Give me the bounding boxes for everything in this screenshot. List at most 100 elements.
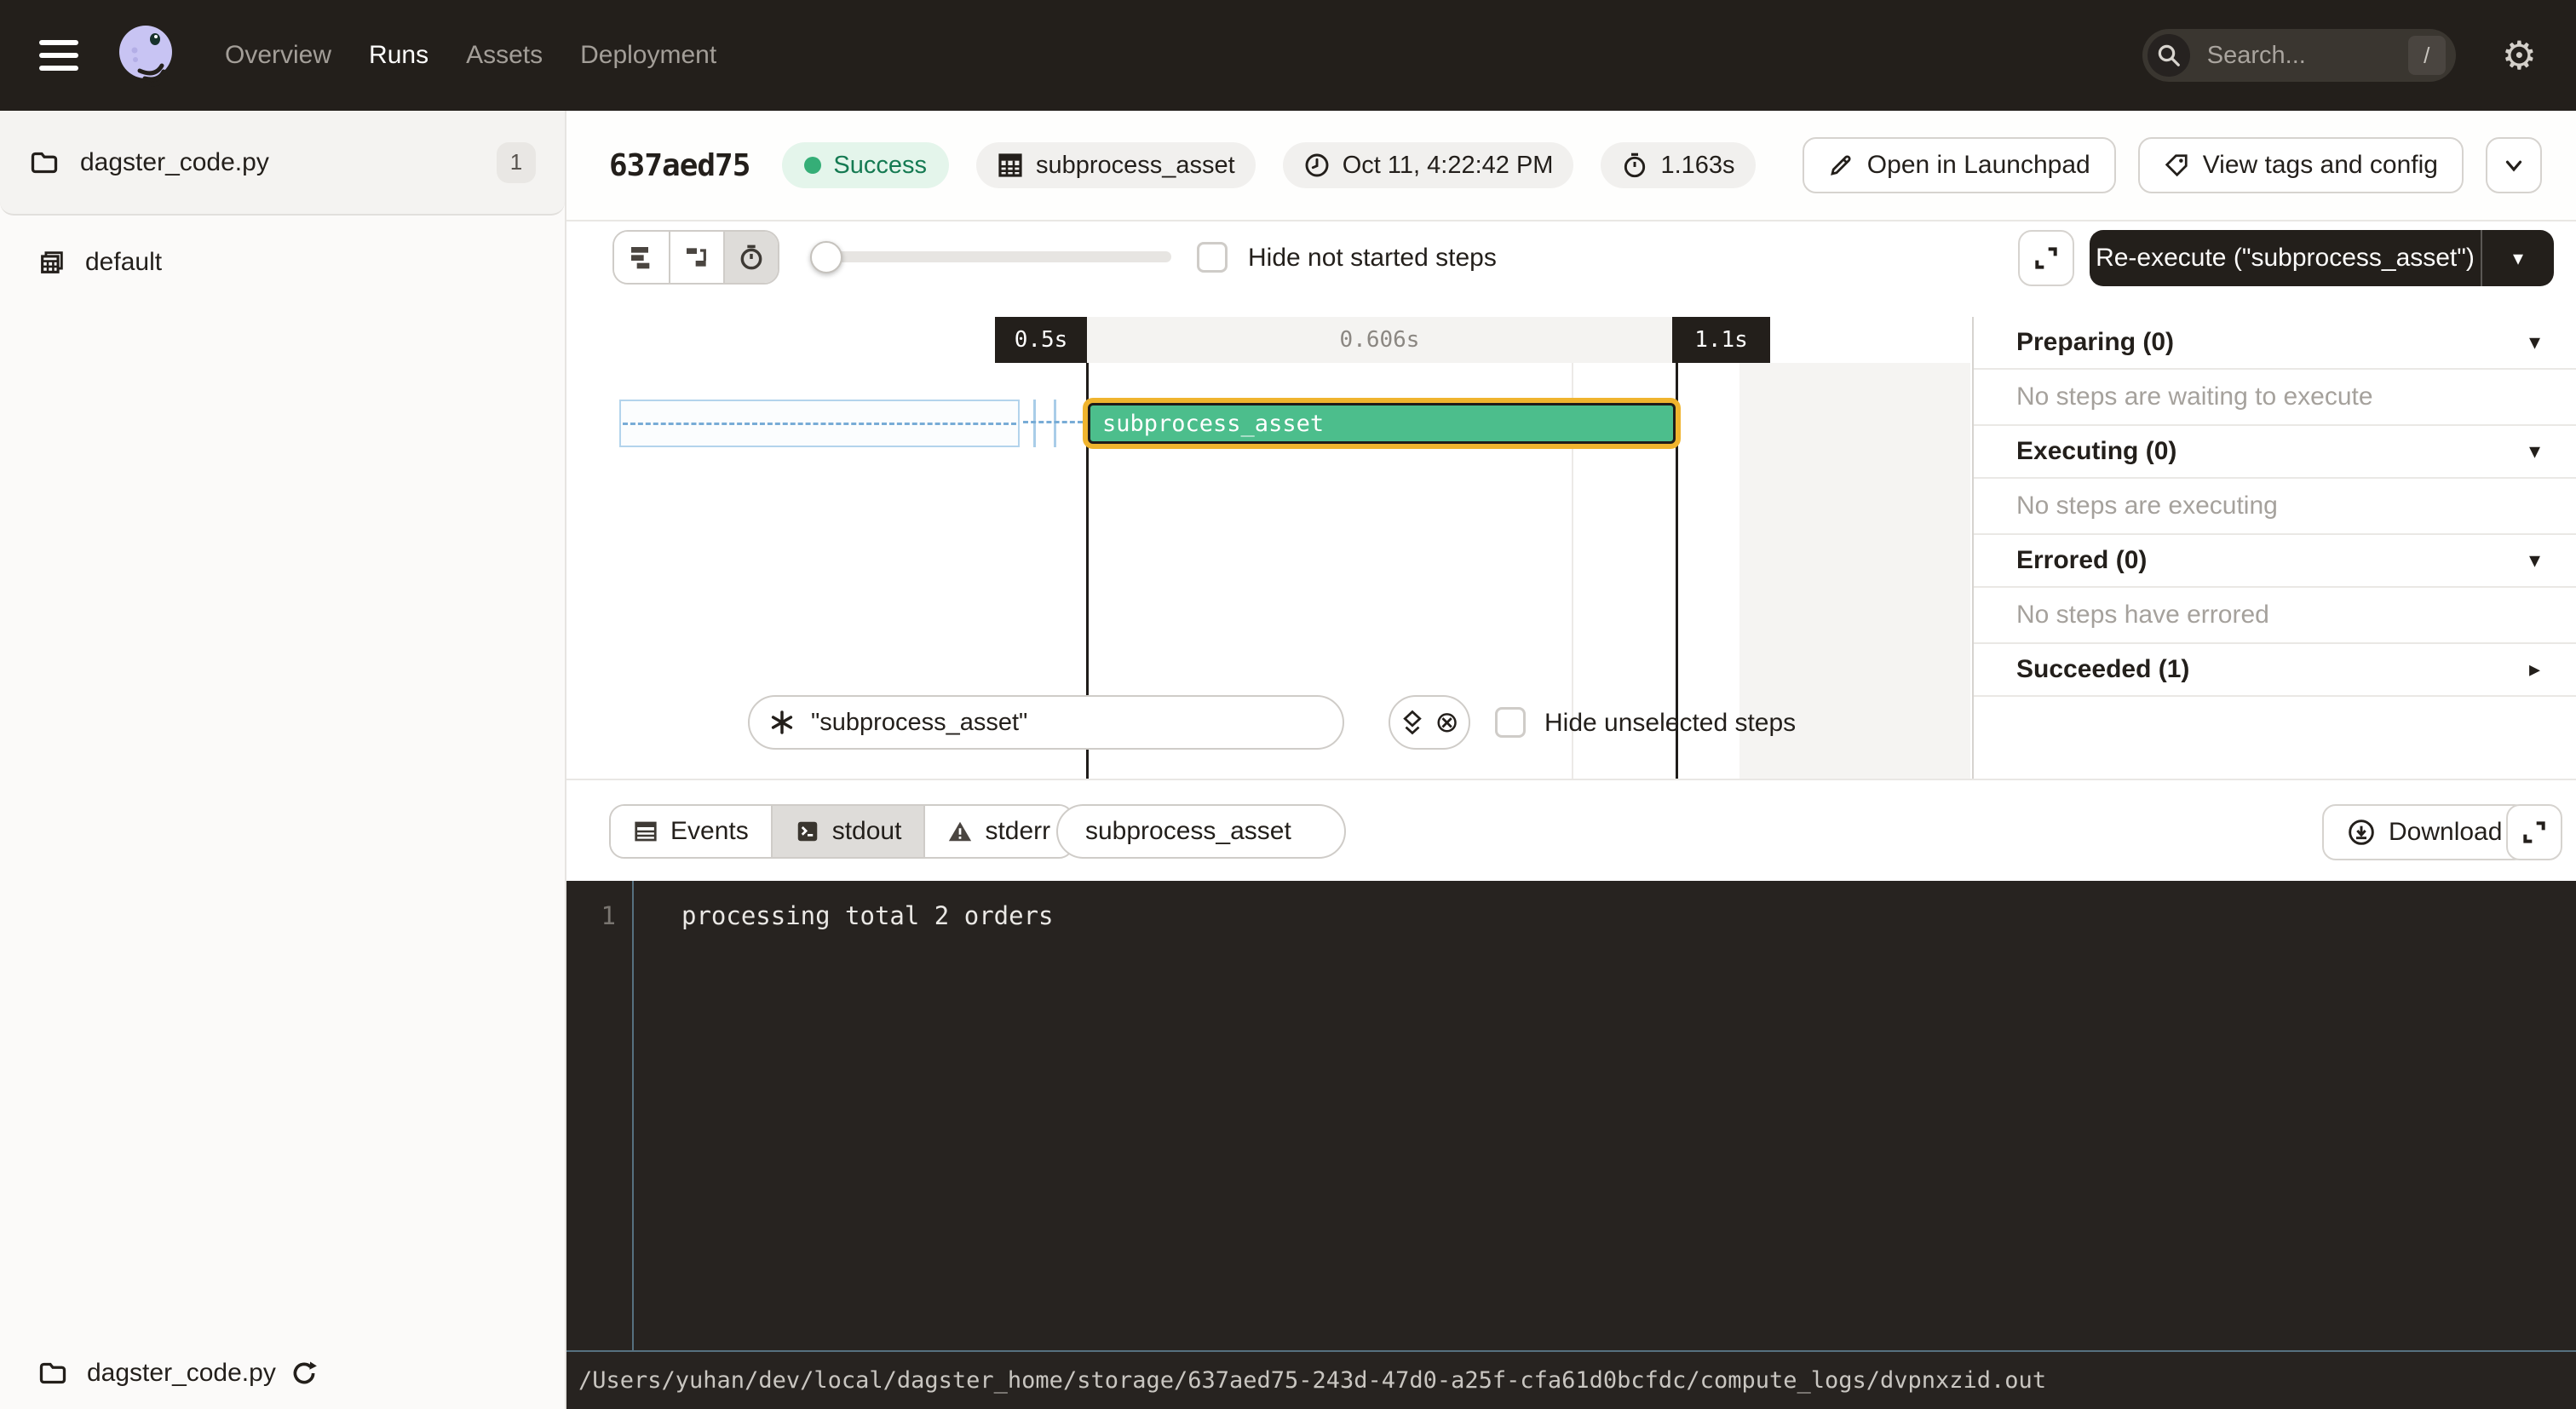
log-gutter-divider bbox=[632, 881, 634, 1350]
code-location-label: dagster_code.py bbox=[80, 148, 497, 177]
search-placeholder: Search... bbox=[2207, 42, 2408, 70]
log-tabs: Events stdout stderr bbox=[609, 804, 1074, 859]
tab-stdout-label: stdout bbox=[832, 817, 902, 846]
duration-label: 1.163s bbox=[1660, 152, 1734, 180]
duration-tag: 1.163s bbox=[1601, 142, 1755, 188]
open-in-launchpad-button[interactable]: Open in Launchpad bbox=[1803, 137, 2116, 193]
stderr-warning-icon bbox=[947, 819, 973, 844]
hide-not-started-label: Hide not started steps bbox=[1248, 244, 1497, 273]
job-tag[interactable]: subprocess_asset bbox=[976, 142, 1256, 188]
run-actions-menu-button[interactable] bbox=[2486, 137, 2542, 193]
clear-filter-icon[interactable]: ⊗ bbox=[1435, 708, 1459, 737]
status-badge: Success bbox=[782, 142, 949, 188]
hide-not-started-checkbox[interactable] bbox=[1197, 242, 1228, 273]
pencil-icon bbox=[1828, 152, 1854, 178]
stdout-terminal-icon bbox=[795, 819, 820, 844]
gantt-step-bar[interactable]: subprocess_asset bbox=[1088, 403, 1676, 444]
step-waiting-track bbox=[619, 400, 1020, 447]
flat-view-icon bbox=[628, 244, 655, 271]
success-dot-icon bbox=[804, 157, 821, 174]
filter-action-group: ⊗ bbox=[1389, 695, 1470, 750]
caret-down-icon: ▾ bbox=[2529, 548, 2540, 573]
steps-empty-executing: No steps are executing bbox=[1974, 479, 2576, 535]
waterfall-view-icon bbox=[683, 244, 710, 271]
search-input[interactable]: Search... / bbox=[2142, 29, 2456, 82]
reload-icon[interactable] bbox=[290, 1359, 319, 1388]
gantt-flat-view-button[interactable] bbox=[614, 232, 669, 283]
log-fullscreen-button[interactable] bbox=[2506, 804, 2562, 860]
tab-events[interactable]: Events bbox=[611, 806, 771, 857]
steps-section-executing[interactable]: Executing (0) ▾ bbox=[1974, 426, 2576, 479]
log-step-selector-value: subprocess_asset bbox=[1085, 817, 1291, 846]
timestamp-tag: Oct 11, 4:22:42 PM bbox=[1283, 142, 1574, 188]
tab-stderr[interactable]: stderr bbox=[923, 806, 1072, 857]
hide-unselected-checkbox[interactable] bbox=[1495, 707, 1526, 738]
waiting-dash bbox=[1023, 421, 1083, 423]
gantt-zoom-slider-handle[interactable] bbox=[810, 241, 842, 273]
log-step-selector[interactable]: subprocess_asset bbox=[1056, 804, 1346, 859]
sidebar-item-default[interactable]: default bbox=[0, 248, 565, 277]
log-output-area[interactable]: 1 processing total 2 orders bbox=[566, 881, 2576, 1350]
steps-section-errored[interactable]: Errored (0) ▾ bbox=[1974, 535, 2576, 588]
folder-icon bbox=[37, 1358, 68, 1389]
gantt-step-bar-label: subprocess_asset bbox=[1102, 411, 1324, 437]
clock-icon bbox=[1303, 152, 1331, 179]
op-selector-icon bbox=[768, 709, 796, 736]
search-shortcut-badge: / bbox=[2408, 36, 2446, 75]
top-nav: Overview Runs Assets Deployment Search..… bbox=[0, 0, 2576, 111]
gantt-view-mode-group bbox=[612, 230, 779, 285]
caret-down-icon: ▾ bbox=[2529, 330, 2540, 355]
steps-section-preparing[interactable]: Preparing (0) ▾ bbox=[1974, 317, 2576, 370]
waiting-tick bbox=[1054, 400, 1056, 447]
preparing-label: Preparing (0) bbox=[2016, 328, 2174, 357]
folder-icon bbox=[29, 147, 60, 178]
view-tags-config-button[interactable]: View tags and config bbox=[2138, 137, 2464, 193]
reexecute-caret-icon[interactable]: ▾ bbox=[2482, 246, 2554, 270]
nav-deployment[interactable]: Deployment bbox=[580, 41, 716, 70]
nav-assets[interactable]: Assets bbox=[466, 41, 543, 70]
search-icon bbox=[2148, 34, 2190, 77]
timer-view-icon bbox=[738, 244, 765, 271]
caret-right-icon: ▸ bbox=[2529, 657, 2540, 682]
gantt-zoom-slider-track[interactable] bbox=[822, 251, 1171, 262]
tab-stderr-label: stderr bbox=[985, 817, 1050, 846]
gantt-timed-view-button[interactable] bbox=[723, 232, 778, 283]
log-line-number: 1 bbox=[566, 901, 616, 930]
steps-empty-preparing: No steps are waiting to execute bbox=[1974, 370, 2576, 426]
waiting-tick bbox=[1033, 400, 1036, 447]
expand-graph-icon[interactable] bbox=[1400, 710, 1425, 735]
nav-runs[interactable]: Runs bbox=[369, 41, 428, 70]
main-content: 637aed75 Success subprocess_asset bbox=[566, 111, 2576, 1409]
dagster-logo-icon[interactable] bbox=[106, 16, 184, 95]
download-button[interactable]: Download bbox=[2322, 804, 2527, 860]
sidebar-item-code-location[interactable]: dagster_code.py 1 bbox=[0, 111, 565, 216]
stopwatch-icon bbox=[1621, 152, 1648, 179]
job-grid-icon bbox=[997, 152, 1024, 179]
gantt-fullscreen-button[interactable] bbox=[2018, 230, 2074, 286]
expand-icon bbox=[2521, 819, 2548, 846]
reexecute-button[interactable]: Re-execute ("subprocess_asset") ▾ bbox=[2090, 230, 2554, 286]
errored-label: Errored (0) bbox=[2016, 546, 2147, 575]
hide-unselected-label: Hide unselected steps bbox=[1544, 709, 1796, 738]
footer-code-location-label: dagster_code.py bbox=[87, 1359, 276, 1388]
dagster-run-page: Overview Runs Assets Deployment Search..… bbox=[0, 0, 2576, 1409]
steps-section-succeeded[interactable]: Succeeded (1) ▸ bbox=[1974, 644, 2576, 697]
gantt-bottom-border bbox=[566, 779, 2576, 780]
tab-stdout[interactable]: stdout bbox=[771, 806, 924, 857]
view-tags-config-label: View tags and config bbox=[2203, 151, 2438, 180]
sidebar-footer-code-location[interactable]: dagster_code.py bbox=[37, 1358, 319, 1389]
log-line-text: processing total 2 orders bbox=[681, 901, 1054, 930]
step-filter-input[interactable]: "subprocess_asset" bbox=[748, 695, 1344, 750]
sidebar: dagster_code.py 1 default dagster_code.p… bbox=[0, 111, 566, 1409]
gear-icon[interactable]: ⚙ bbox=[2502, 32, 2537, 78]
time-marker-end: 1.1s bbox=[1672, 317, 1770, 363]
download-icon bbox=[2348, 819, 2375, 846]
menu-icon[interactable] bbox=[39, 40, 78, 71]
gantt-waterfall-view-button[interactable] bbox=[669, 232, 723, 283]
run-header: 637aed75 Success subprocess_asset bbox=[566, 111, 2576, 221]
nav-overview[interactable]: Overview bbox=[225, 41, 331, 70]
time-duration-band: 0.606s bbox=[1087, 317, 1672, 363]
executing-label: Executing (0) bbox=[2016, 437, 2176, 466]
reexecute-label: Re-execute ("subprocess_asset") bbox=[2090, 244, 2481, 273]
run-header-actions: Open in Launchpad View tags and config bbox=[1803, 137, 2542, 193]
